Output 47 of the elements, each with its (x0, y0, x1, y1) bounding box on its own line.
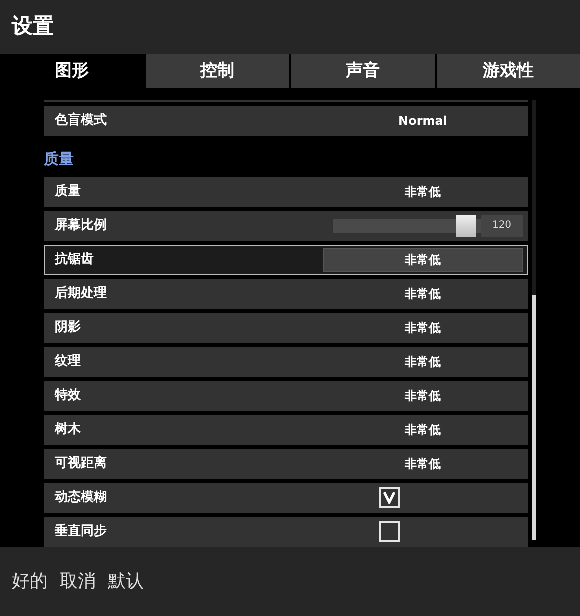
setting-value[interactable]: 非常低 (405, 454, 441, 473)
footer-button[interactable]: 取消 (60, 568, 96, 595)
slider-value: 120 (481, 214, 523, 237)
slider-thumb[interactable] (456, 214, 476, 237)
setting-label: 抗锯齿 (55, 250, 95, 269)
setting-label: 质量 (55, 182, 82, 201)
footer-button[interactable]: 默认 (108, 568, 144, 595)
setting-label: 后期处理 (55, 284, 108, 303)
setting-row[interactable]: 纹理 非常低 (44, 346, 528, 377)
setting-row[interactable]: 屏幕比例 120 (44, 210, 528, 241)
setting-label: 垂直同步 (55, 522, 108, 541)
tab[interactable]: 声音 (291, 54, 434, 88)
setting-value[interactable]: 非常低 (405, 318, 441, 337)
setting-row[interactable]: 色盲模式 Normal (44, 106, 528, 136)
scrollbar-thumb[interactable] (532, 295, 536, 540)
checkbox[interactable] (379, 487, 400, 508)
setting-value[interactable]: 非常低 (405, 284, 441, 303)
setting-value[interactable]: 非常低 (405, 386, 441, 405)
tab[interactable]: 游戏性 (436, 54, 580, 88)
setting-value[interactable]: Normal (398, 112, 448, 130)
setting-value[interactable]: 非常低 (405, 182, 441, 201)
setting-row[interactable]: 质量 非常低 (44, 176, 528, 207)
setting-label: 特效 (55, 386, 82, 405)
footer-button[interactable]: 好的 (12, 568, 48, 595)
setting-value[interactable]: 非常低 (405, 420, 441, 439)
window-title: 设置 (12, 13, 54, 40)
setting-value[interactable]: 非常低 (405, 352, 441, 371)
setting-row[interactable]: 动态模糊 (44, 482, 528, 513)
setting-row[interactable]: 可视距离 非常低 (44, 448, 528, 479)
check-icon (383, 491, 396, 504)
checkbox[interactable] (379, 521, 400, 542)
setting-row[interactable]: 抗锯齿 非常低 (44, 244, 528, 275)
setting-label: 阴影 (55, 318, 82, 337)
setting-row[interactable]: 特效 非常低 (44, 380, 528, 411)
setting-label: 屏幕比例 (55, 216, 108, 235)
setting-row[interactable]: 后期处理 非常低 (44, 278, 528, 309)
setting-label: 动态模糊 (55, 488, 108, 507)
setting-label: 纹理 (55, 352, 82, 371)
setting-row[interactable]: 垂直同步 (44, 516, 528, 547)
setting-row[interactable]: 树木 非常低 (44, 414, 528, 445)
setting-row[interactable]: 阴影 非常低 (44, 312, 528, 343)
tab[interactable]: 控制 (146, 54, 289, 88)
setting-label: 可视距离 (55, 454, 108, 473)
section-heading: 质量 (44, 149, 75, 170)
setting-label: 树木 (55, 420, 82, 439)
setting-label: 色盲模式 (55, 112, 108, 130)
setting-value[interactable]: 非常低 (405, 250, 441, 269)
